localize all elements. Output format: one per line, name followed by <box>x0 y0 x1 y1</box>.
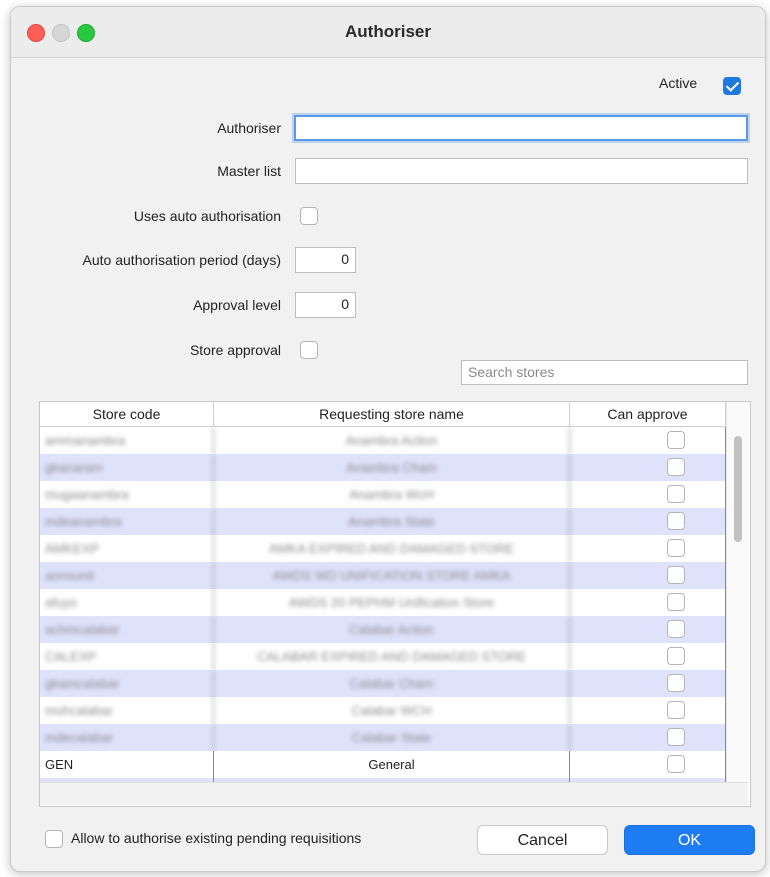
table-row[interactable]: mugaanambra Anambra WcH <box>40 481 726 508</box>
store-code-cell: CALEXP <box>40 643 214 670</box>
table-row[interactable]: aonsunit AWDS WD UNIFICATION STORE AMKA <box>40 562 726 589</box>
table-row[interactable]: AMKEXP AMKA EXPIRED AND DAMAGED STORE <box>40 535 726 562</box>
table-row[interactable]: mdecalabar Calabar State <box>40 724 726 751</box>
can-approve-checkbox[interactable] <box>667 593 685 611</box>
store-name-cell: Calabar Cham <box>214 670 570 697</box>
store-name-cell: Anambra Action <box>214 427 570 454</box>
authoriser-input[interactable] <box>294 115 748 141</box>
store-name-cell: AWDS WD UNIFICATION STORE AMKA <box>214 562 570 589</box>
can-approve-cell <box>570 643 726 670</box>
auto-authorisation-checkbox[interactable] <box>300 207 318 225</box>
approval-level-field[interactable]: 0 <box>295 292 356 318</box>
store-code-cell: mohcalabar <box>40 697 214 724</box>
store-name-cell: Calabar Action <box>214 616 570 643</box>
master-list-field[interactable] <box>295 158 748 184</box>
cancel-button[interactable]: Cancel <box>477 825 608 855</box>
table-row[interactable]: ammanambra Anambra Action <box>40 427 726 454</box>
can-approve-checkbox[interactable] <box>667 674 685 692</box>
authoriser-label: Authoriser <box>217 120 281 136</box>
can-approve-cell <box>570 589 726 616</box>
can-approve-checkbox[interactable] <box>667 458 685 476</box>
scrollbar-thumb[interactable] <box>734 436 742 542</box>
store-name-cell: CALABAR EXPIRED AND DAMAGED STORE <box>214 643 570 670</box>
search-stores-input[interactable]: Search stores <box>461 360 748 385</box>
store-name-cell: Anambra State <box>214 508 570 535</box>
can-approve-checkbox[interactable] <box>667 512 685 530</box>
window-title: Authoriser <box>345 22 431 41</box>
auto-authorisation-period-field[interactable]: 0 <box>295 247 356 273</box>
store-name-cell: Anambra Cham <box>214 454 570 481</box>
table-row[interactable]: gkamcalabar Calabar Cham <box>40 670 726 697</box>
can-approve-cell <box>570 670 726 697</box>
stores-table: Store code Requesting store name Can app… <box>39 401 751 807</box>
can-approve-cell <box>570 535 726 562</box>
allow-pending-requisitions-label: Allow to authorise existing pending requ… <box>71 830 362 846</box>
auto-authorisation-label: Uses auto authorisation <box>133 208 281 224</box>
column-header-requesting-store-name[interactable]: Requesting store name <box>214 402 570 426</box>
store-name-cell: AMKA EXPIRED AND DAMAGED STORE <box>214 535 570 562</box>
can-approve-cell <box>570 724 726 751</box>
table-row[interactable]: mdeanambra Anambra State <box>40 508 726 535</box>
table-row[interactable]: mohcalabar Calabar WCH <box>40 697 726 724</box>
table-row[interactable]: gkanaram Anambra Cham <box>40 454 726 481</box>
table-row[interactable]: afuyo AWDS 20 PEPHM Unification Store <box>40 589 726 616</box>
can-approve-checkbox[interactable] <box>667 647 685 665</box>
can-approve-cell <box>570 616 726 643</box>
store-name-cell: Calabar WCH <box>214 697 570 724</box>
authoriser-dialog: Authoriser Active Authoriser Master list… <box>10 6 766 872</box>
can-approve-cell <box>570 454 726 481</box>
active-checkbox[interactable] <box>723 77 741 95</box>
column-header-store-code[interactable]: Store code <box>40 402 214 426</box>
store-name-cell: Anambra WcH <box>214 481 570 508</box>
can-approve-checkbox[interactable] <box>667 566 685 584</box>
active-label: Active <box>659 75 698 91</box>
store-code-cell: gkanaram <box>40 454 214 481</box>
can-approve-checkbox[interactable] <box>667 620 685 638</box>
allow-pending-requisitions-checkbox[interactable] <box>45 830 63 848</box>
store-name-cell: Calabar State <box>214 724 570 751</box>
store-code-cell: achmcalabar <box>40 616 214 643</box>
can-approve-cell <box>570 481 726 508</box>
can-approve-checkbox[interactable] <box>667 431 685 449</box>
store-code-cell: afuyo <box>40 589 214 616</box>
can-approve-cell <box>570 562 726 589</box>
store-name-cell: AWDS 20 PEPHM Unification Store <box>214 589 570 616</box>
store-code-cell: mdeanambra <box>40 508 214 535</box>
can-approve-checkbox[interactable] <box>667 755 685 773</box>
vertical-scrollbar[interactable] <box>726 402 749 782</box>
auto-authorisation-period-label: Auto authorisation period (days) <box>82 252 281 268</box>
table-row[interactable]: achmcalabar Calabar Action <box>40 616 726 643</box>
can-approve-checkbox[interactable] <box>667 539 685 557</box>
store-code-cell: GEN <box>40 751 214 778</box>
store-code-cell: mugaanambra <box>40 481 214 508</box>
column-header-can-approve[interactable]: Can approve <box>570 402 726 426</box>
store-name-cell: General <box>214 751 570 778</box>
table-header: Store code Requesting store name Can app… <box>40 402 726 427</box>
store-code-cell: AMKEXP <box>40 535 214 562</box>
table-row[interactable]: CALEXP CALABAR EXPIRED AND DAMAGED STORE <box>40 643 726 670</box>
can-approve-cell <box>570 751 726 778</box>
title-bar: Authoriser <box>11 7 765 58</box>
can-approve-checkbox[interactable] <box>667 701 685 719</box>
store-code-cell: gkamcalabar <box>40 670 214 697</box>
can-approve-checkbox[interactable] <box>667 485 685 503</box>
approval-level-label: Approval level <box>193 297 281 313</box>
table-row[interactable]: GEN General <box>40 751 726 778</box>
store-code-cell: ammanambra <box>40 427 214 454</box>
store-code-cell: mdecalabar <box>40 724 214 751</box>
can-approve-checkbox[interactable] <box>667 728 685 746</box>
can-approve-cell <box>570 427 726 454</box>
can-approve-cell <box>570 697 726 724</box>
horizontal-scrollbar[interactable] <box>40 782 748 805</box>
store-approval-checkbox[interactable] <box>300 341 318 359</box>
can-approve-cell <box>570 508 726 535</box>
master-list-label: Master list <box>217 163 281 179</box>
ok-button[interactable]: OK <box>624 825 755 855</box>
store-approval-label: Store approval <box>189 342 281 358</box>
store-code-cell: aonsunit <box>40 562 214 589</box>
